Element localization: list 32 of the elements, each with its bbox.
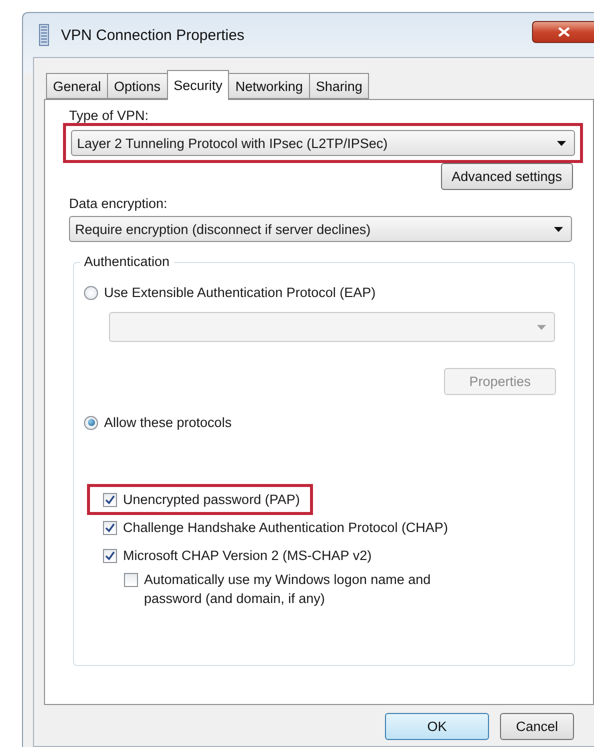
close-button[interactable]: [532, 21, 594, 43]
close-icon: [558, 27, 570, 37]
option-label: Use Extensible Authentication Protocol (EAP): [104, 285, 376, 300]
encryption-dropdown[interactable]: Require encryption (disconnect if server declines): [69, 216, 572, 242]
window-title: VPN Connection Properties: [61, 26, 244, 44]
option-label: Unencrypted password (PAP): [123, 492, 300, 507]
option-label: Microsoft CHAP Version 2 (MS-CHAP v2): [123, 548, 372, 563]
option-label: Challenge Handshake Authentication Protocol (CHAP): [123, 520, 448, 535]
checkbox[interactable]: [103, 492, 117, 506]
option-label: Automatically use my Windows logon name and password (and domain, if any): [144, 571, 432, 608]
phone-book-icon: [39, 24, 49, 46]
tab[interactable]: Security: [166, 70, 230, 100]
checkbox[interactable]: [103, 548, 117, 562]
radio-button[interactable]: [84, 286, 98, 300]
vpn-type-dropdown[interactable]: Layer 2 Tunneling Protocol with IPsec (L2TP/IPSec): [71, 130, 575, 156]
advanced-settings-button[interactable]: Advanced settings: [440, 163, 573, 190]
caret-icon: [537, 324, 546, 330]
field-label: Type of VPN:: [69, 108, 150, 123]
caret-icon: [557, 140, 566, 146]
dialog-button[interactable]: Cancel: [500, 713, 574, 740]
dialog-button[interactable]: OK: [385, 713, 489, 740]
radio-button[interactable]: [84, 416, 98, 430]
option-label: Allow these protocols: [104, 415, 232, 430]
caret-icon: [554, 226, 563, 232]
checkbox[interactable]: [103, 520, 117, 534]
tab[interactable]: General: [46, 73, 108, 99]
checkbox[interactable]: [124, 573, 138, 587]
group-title: Authentication: [80, 254, 174, 269]
tab[interactable]: Networking: [228, 73, 310, 99]
field-label: Data encryption:: [69, 196, 168, 211]
tab[interactable]: Options: [107, 73, 168, 99]
tab[interactable]: Sharing: [308, 73, 370, 99]
